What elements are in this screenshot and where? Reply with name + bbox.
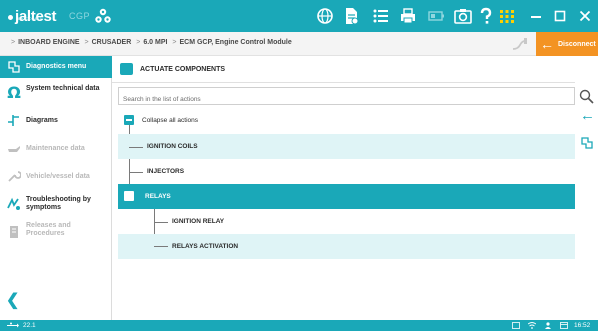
- chevron-right-icon: >: [84, 39, 89, 46]
- battery-status-icon: [512, 322, 520, 329]
- disconnect-button[interactable]: ← Disconnect: [536, 32, 598, 56]
- procedures-icon: [6, 224, 22, 240]
- sidebar-item-diagrams[interactable]: Diagrams: [0, 106, 112, 134]
- panel-title: ACTUATE COMPONENTS: [140, 66, 226, 73]
- top-bar: jaltest BY COJALI CGP: [0, 0, 598, 32]
- gears-icon: [95, 8, 111, 23]
- search-icon[interactable]: [579, 89, 594, 104]
- tree-item-label: INJECTORS: [147, 168, 185, 175]
- brand-subtitle: CGP: [69, 11, 91, 21]
- sidebar-item-system-technical-data[interactable]: Ω System technical data: [0, 78, 112, 106]
- document-icon[interactable]: [342, 7, 360, 25]
- status-bar: 22.1 16:52: [0, 320, 598, 331]
- tree-item-relays-activation[interactable]: RELAYS ACTIVATION: [118, 234, 581, 259]
- wifi-icon: [528, 322, 536, 329]
- back-arrow-icon[interactable]: ←: [580, 108, 595, 123]
- sidebar-item-label: System technical data: [26, 85, 100, 92]
- chevron-right-icon: >: [172, 39, 177, 46]
- collapse-all-row[interactable]: Collapse all actions: [118, 108, 581, 133]
- sidebar-item-troubleshooting[interactable]: Troubleshooting by symptoms: [0, 190, 112, 218]
- sidebar-item-releases-procedures: Releases and Procedures: [0, 218, 112, 246]
- globe-icon[interactable]: [316, 7, 334, 25]
- breadcrumb-item[interactable]: 6.0 MPI: [143, 39, 167, 46]
- breadcrumb: > INBOARD ENGINE > CRUSADER >6.0 MPI > ECM …: [8, 39, 292, 46]
- calendar-icon: [560, 322, 568, 329]
- right-tool-column: ←: [575, 56, 598, 320]
- tree-item-ignition-coils[interactable]: IGNITION COILS: [118, 134, 581, 159]
- troubleshooting-icon: [6, 196, 22, 212]
- sidebar-item-label: Vehicle/vessel data: [26, 173, 90, 180]
- maximize-icon: [554, 10, 565, 22]
- ohm-icon: Ω: [7, 82, 21, 102]
- diagnostics-icon: [6, 59, 22, 75]
- breadcrumb-bar: > INBOARD ENGINE > CRUSADER >6.0 MPI > ECM …: [0, 32, 598, 56]
- panel-header: ACTUATE COMPONENTS: [112, 56, 575, 83]
- actuate-icon: [120, 63, 133, 75]
- minimize-button[interactable]: [522, 0, 549, 32]
- tree-item-label: RELAYS ACTIVATION: [172, 243, 239, 250]
- maximize-button[interactable]: [546, 0, 573, 32]
- logo-subtext: BY COJALI: [18, 16, 42, 21]
- wrench-icon: [6, 168, 22, 184]
- collapse-all-label: Collapse all actions: [142, 117, 199, 124]
- help-icon[interactable]: [477, 7, 495, 25]
- oil-can-icon: [6, 140, 22, 156]
- chevron-right-icon: >: [11, 39, 16, 46]
- breadcrumb-item[interactable]: CRUSADER: [92, 39, 132, 46]
- actuate-components-panel: ACTUATE COMPONENTS Collapse all actions …: [112, 56, 581, 320]
- clock-label: 16:52: [574, 322, 591, 329]
- sidebar-item-maintenance-data: Maintenance data: [0, 134, 112, 162]
- collapse-all-icon[interactable]: [124, 115, 134, 125]
- breadcrumb-item[interactable]: ECM GCP, Engine Control Module: [179, 39, 291, 46]
- minimize-icon: [530, 16, 541, 18]
- tree-item-label: RELAYS: [145, 193, 171, 200]
- sidebar-item-label: Maintenance data: [26, 145, 85, 152]
- close-icon: [579, 10, 590, 22]
- sidebar-item-diagnostics-menu[interactable]: Diagnostics menu: [0, 56, 112, 78]
- diagnostics-icon[interactable]: [580, 136, 594, 150]
- collapse-relays-icon[interactable]: [124, 191, 134, 201]
- sidebar-item-label: Troubleshooting by symptoms: [26, 196, 91, 211]
- usb-icon: [7, 322, 19, 328]
- close-button[interactable]: [571, 0, 598, 32]
- tree-item-injectors[interactable]: INJECTORS: [118, 159, 581, 184]
- version-label: 22.1: [23, 322, 36, 329]
- chevron-right-icon: >: [136, 39, 141, 46]
- connection-plug-icon: [512, 38, 527, 50]
- sidebar: Diagnostics menu Ω System technical data…: [0, 56, 112, 320]
- sidebar-item-label: Diagnostics menu: [26, 63, 87, 70]
- camera-icon[interactable]: [454, 7, 472, 25]
- collapse-sidebar-icon[interactable]: ❮: [6, 290, 19, 310]
- user-icon: [545, 322, 551, 329]
- arrow-left-icon: ←: [540, 36, 554, 52]
- tree-item-ignition-relay[interactable]: IGNITION RELAY: [118, 209, 581, 234]
- disconnect-label: Disconnect: [558, 40, 596, 48]
- tree-item-label: IGNITION COILS: [147, 143, 198, 150]
- battery-icon[interactable]: [427, 7, 445, 25]
- diagram-icon: [6, 112, 22, 128]
- search-field: [118, 87, 575, 108]
- sidebar-item-label: Releases and Procedures: [26, 222, 71, 237]
- list-icon[interactable]: [372, 7, 390, 25]
- breadcrumb-item[interactable]: INBOARD ENGINE: [18, 39, 79, 46]
- sidebar-item-vehicle-vessel-data: Vehicle/vessel data: [0, 162, 112, 190]
- apps-grid-icon[interactable]: [498, 7, 516, 25]
- tree-item-relays[interactable]: RELAYS: [118, 184, 581, 209]
- tree-item-label: IGNITION RELAY: [172, 218, 225, 225]
- printer-icon[interactable]: [399, 7, 417, 25]
- search-input[interactable]: [119, 91, 574, 108]
- sidebar-item-label: Diagrams: [26, 117, 58, 124]
